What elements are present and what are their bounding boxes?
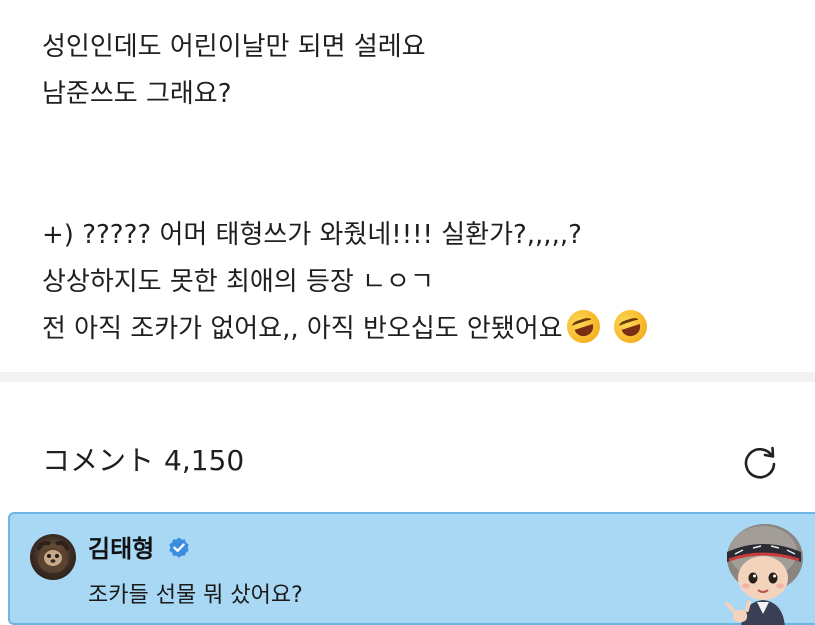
comment-text: 조카들 선물 뭐 샀어요? (88, 583, 303, 608)
verified-badge-icon (169, 537, 189, 558)
laughing-emoji-icon (609, 305, 651, 348)
post-line: 상상하지도 못한 최애의 등장 ㄴㅇㄱ (42, 267, 434, 297)
refresh-button[interactable] (741, 442, 779, 480)
highlighted-comment[interactable]: 김태형 조카들 선물 뭐 샀어요? (8, 512, 815, 625)
comments-count: 4,150 (164, 444, 245, 477)
comment-author[interactable]: 김태형 (88, 532, 154, 566)
avatar[interactable] (30, 534, 76, 580)
avatar-image (36, 540, 70, 573)
post-line-last: 전 아직 조카가 없어요,, 아직 반오십도 안됐어요 (42, 305, 802, 353)
post-body: 성인인데도 어린이날만 되면 설레요 남준쓰도 그래요? +) ????? 어머… (42, 24, 802, 353)
post-line: 성인인데도 어린이날만 되면 설레요 (42, 32, 426, 62)
comments-label: コメント (42, 444, 155, 477)
post-line (42, 118, 802, 165)
character-sticker-icon (725, 524, 803, 625)
laughing-emoji-icon (562, 305, 604, 348)
post-line: +) ????? 어머 태형쓰가 와줬네!!!! 실환가?,,,,,? (42, 220, 582, 250)
section-divider (0, 372, 815, 382)
post-line: 남준쓰도 그래요? (42, 79, 232, 109)
refresh-icon (744, 446, 776, 479)
post-line-text: 전 아직 조카가 없어요,, 아직 반오십도 안됐어요 (42, 314, 563, 344)
weverse-post-page: 성인인데도 어린이날만 되면 설레요 남준쓰도 그래요? +) ????? 어머… (0, 0, 815, 625)
post-line (42, 165, 802, 212)
comments-header: コメント 4,150 (42, 441, 244, 481)
